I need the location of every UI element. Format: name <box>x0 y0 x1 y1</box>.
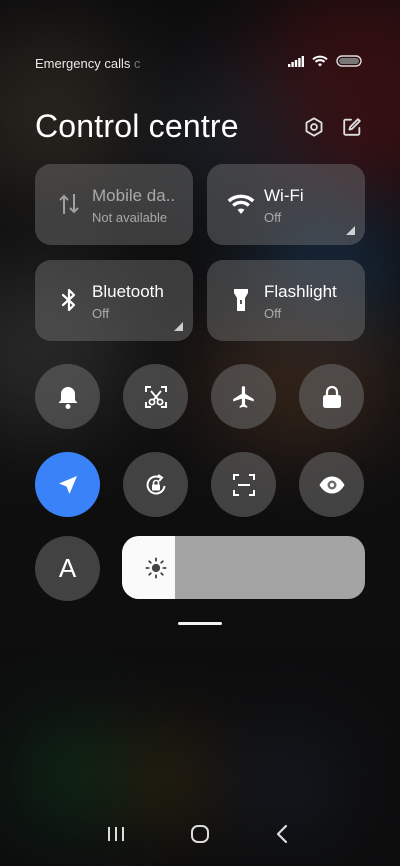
control-centre-header: Control centre <box>35 104 365 148</box>
screenshot-icon <box>144 385 167 408</box>
tile-label: Flashlight <box>264 282 337 301</box>
signal-icon <box>288 54 304 72</box>
flashlight-icon <box>227 286 255 314</box>
recents-button[interactable] <box>96 814 136 854</box>
tile-bluetooth[interactable]: Bluetooth Off <box>35 260 193 341</box>
expand-corner-icon[interactable] <box>174 322 183 331</box>
eye-icon <box>319 476 344 493</box>
brightness-sun-icon <box>145 557 167 579</box>
rotation-lock-icon <box>146 473 165 495</box>
drag-handle[interactable] <box>178 622 222 625</box>
tile-label: Bluetooth <box>92 282 164 301</box>
navigation-bar <box>0 806 400 866</box>
toggle-rotation-lock[interactable] <box>123 452 188 517</box>
lock-icon <box>322 385 341 408</box>
toggle-lock-screen[interactable] <box>299 364 364 429</box>
tile-flashlight[interactable]: Flashlight Off <box>207 260 365 341</box>
back-button[interactable] <box>262 814 302 854</box>
toggle-scanner[interactable] <box>211 452 276 517</box>
scan-icon <box>232 473 255 496</box>
font-size-button[interactable]: A <box>35 536 100 601</box>
location-icon <box>58 475 77 494</box>
edit-button[interactable] <box>339 114 365 140</box>
toggle-airplane[interactable] <box>211 364 276 429</box>
toggle-reading-mode[interactable] <box>299 452 364 517</box>
mobile-data-icon <box>55 190 83 218</box>
carrier-text: Emergency calls c <box>35 55 141 71</box>
bell-icon <box>58 386 77 409</box>
brightness-slider[interactable] <box>122 536 365 599</box>
toggle-silent[interactable] <box>35 364 100 429</box>
back-icon <box>276 824 288 844</box>
tile-status: Off <box>264 306 282 321</box>
airplane-icon <box>232 385 254 408</box>
settings-icon <box>305 117 323 137</box>
recents-icon <box>108 827 124 841</box>
tile-status: Not available <box>92 210 168 225</box>
tile-mobile-data[interactable]: Mobile da.. Not available <box>35 164 193 245</box>
font-size-label: A <box>58 553 77 583</box>
wifi-icon <box>227 190 255 218</box>
toggle-location[interactable] <box>35 452 100 517</box>
home-button[interactable] <box>180 814 220 854</box>
settings-button[interactable] <box>301 114 327 140</box>
tile-status: Off <box>264 210 282 225</box>
toggle-screenshot[interactable] <box>123 364 188 429</box>
status-bar: Emergency calls c <box>35 53 362 73</box>
tile-status: Off <box>92 306 110 321</box>
wifi-status-icon <box>312 54 328 72</box>
tile-label: Wi-Fi <box>264 186 304 205</box>
home-icon <box>191 825 209 843</box>
expand-corner-icon[interactable] <box>346 226 355 235</box>
bluetooth-icon <box>55 286 83 314</box>
tile-label: Mobile da.. <box>92 186 176 205</box>
tile-wifi[interactable]: Wi-Fi Off <box>207 164 365 245</box>
battery-icon <box>336 54 362 72</box>
edit-icon <box>343 118 361 136</box>
